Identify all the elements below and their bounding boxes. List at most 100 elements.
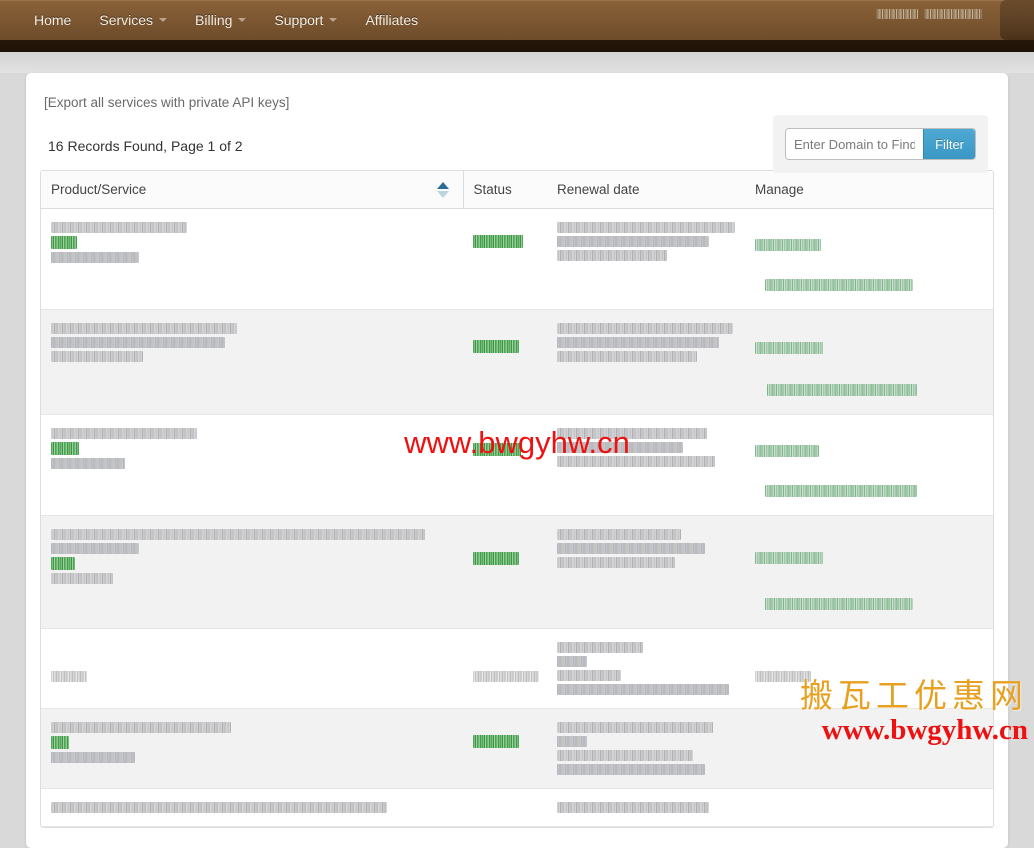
cell-status: [463, 209, 547, 310]
domain-filter-group: Filter: [785, 128, 976, 160]
cell-product-service: [41, 789, 463, 827]
table-row[interactable]: [41, 789, 993, 827]
censored-text: [51, 323, 237, 334]
nav-item-affiliates[interactable]: Affiliates: [351, 0, 432, 40]
cell-product-service: [41, 209, 463, 310]
censored-text: [557, 736, 587, 747]
cell-status: [463, 516, 547, 629]
cell-product-service: [41, 629, 463, 709]
censored-text: [51, 543, 139, 554]
censored-text: [557, 323, 733, 334]
censored-text: [51, 722, 231, 733]
sort-descending-icon: [437, 191, 449, 198]
sort-arrows-icon[interactable]: [437, 181, 449, 199]
censored-text: [557, 802, 709, 813]
censored-text: [557, 428, 707, 439]
nav-item-support[interactable]: Support: [260, 0, 351, 40]
status-badge: [473, 443, 521, 456]
cell-product-service: [41, 516, 463, 629]
page-background-strip: [0, 52, 1034, 73]
top-navigation-bar: Home Services Billing Support Affiliates: [0, 0, 1034, 40]
cell-renewal-date: [547, 709, 745, 789]
status-badge: [473, 735, 519, 748]
navbar-right-cap: [1000, 0, 1034, 40]
main-content-panel: [Export all services with private API ke…: [26, 73, 1008, 848]
nav-menu: Home Services Billing Support Affiliates: [20, 0, 432, 40]
censored-text: [51, 442, 79, 455]
nav-item-label: Support: [274, 12, 323, 28]
cell-status: [463, 629, 547, 709]
cell-manage: [745, 415, 993, 516]
cell-renewal-date: [547, 516, 745, 629]
cell-product-service: [41, 415, 463, 516]
censored-text: [51, 222, 187, 233]
censored-text: [557, 529, 681, 540]
navbar-shadow-strip: [0, 40, 1034, 52]
nav-item-label: Home: [34, 12, 71, 28]
column-header-manage: Manage: [745, 171, 993, 209]
account-menu[interactable]: [876, 9, 982, 19]
censored-text: [557, 656, 587, 667]
column-header-status: Status: [463, 171, 547, 209]
table-row[interactable]: [41, 310, 993, 415]
table-row[interactable]: [41, 209, 993, 310]
censored-manage-link[interactable]: [755, 342, 823, 354]
nav-item-label: Affiliates: [365, 12, 418, 28]
censored-account-name: [876, 9, 918, 19]
cell-status: [463, 310, 547, 415]
censored-text: [557, 642, 643, 653]
censored-text: [51, 752, 135, 763]
chevron-down-icon: [329, 18, 337, 22]
censored-manage-link[interactable]: [755, 239, 821, 251]
censored-text: [557, 222, 735, 233]
censored-text: [51, 252, 139, 263]
censored-text: [51, 802, 387, 813]
cell-renewal-date: [547, 629, 745, 709]
cell-manage: [745, 310, 993, 415]
table-row[interactable]: [41, 629, 993, 709]
table-row[interactable]: [41, 415, 993, 516]
censored-text: [557, 337, 719, 348]
censored-account-email: [924, 9, 982, 19]
status-badge: [473, 671, 539, 682]
nav-item-home[interactable]: Home: [20, 0, 85, 40]
censored-manage-link[interactable]: [767, 384, 917, 396]
cell-renewal-date: [547, 789, 745, 827]
censored-manage-link[interactable]: [765, 598, 913, 610]
nav-item-services[interactable]: Services: [85, 0, 181, 40]
cell-status: [463, 709, 547, 789]
table-row[interactable]: [41, 516, 993, 629]
cell-status: [463, 789, 547, 827]
censored-manage-link[interactable]: [765, 279, 913, 291]
cell-manage: [745, 516, 993, 629]
nav-item-billing[interactable]: Billing: [181, 0, 260, 40]
censored-text: [557, 684, 729, 695]
censored-manage-link[interactable]: [765, 485, 917, 497]
domain-filter-box: Filter: [773, 115, 988, 173]
export-api-keys-link[interactable]: [Export all services with private API ke…: [44, 95, 289, 110]
censored-text: [557, 670, 621, 681]
status-badge: [473, 235, 523, 248]
column-header-renewal-date: Renewal date: [547, 171, 745, 209]
censored-text: [557, 722, 713, 733]
table-header-row: Product/Service Status Renewal date Mana…: [41, 171, 993, 209]
censored-manage-link[interactable]: [755, 671, 811, 682]
nav-item-label: Services: [99, 12, 153, 28]
table-row[interactable]: [41, 709, 993, 789]
column-header-product-service[interactable]: Product/Service: [41, 171, 463, 209]
censored-manage-link[interactable]: [755, 445, 819, 457]
table-header: Product/Service Status Renewal date Mana…: [41, 171, 993, 209]
censored-text: [557, 250, 667, 261]
cell-manage: [745, 709, 993, 789]
censored-manage-link[interactable]: [755, 552, 823, 564]
chevron-down-icon: [159, 18, 167, 22]
status-badge: [473, 552, 519, 565]
filter-button[interactable]: Filter: [923, 129, 975, 159]
censored-text: [51, 428, 197, 439]
censored-text: [557, 351, 697, 362]
search-input[interactable]: [786, 129, 923, 159]
censored-text: [51, 736, 69, 749]
cell-manage: [745, 209, 993, 310]
services-table: Product/Service Status Renewal date Mana…: [41, 171, 993, 827]
censored-text: [51, 351, 143, 362]
